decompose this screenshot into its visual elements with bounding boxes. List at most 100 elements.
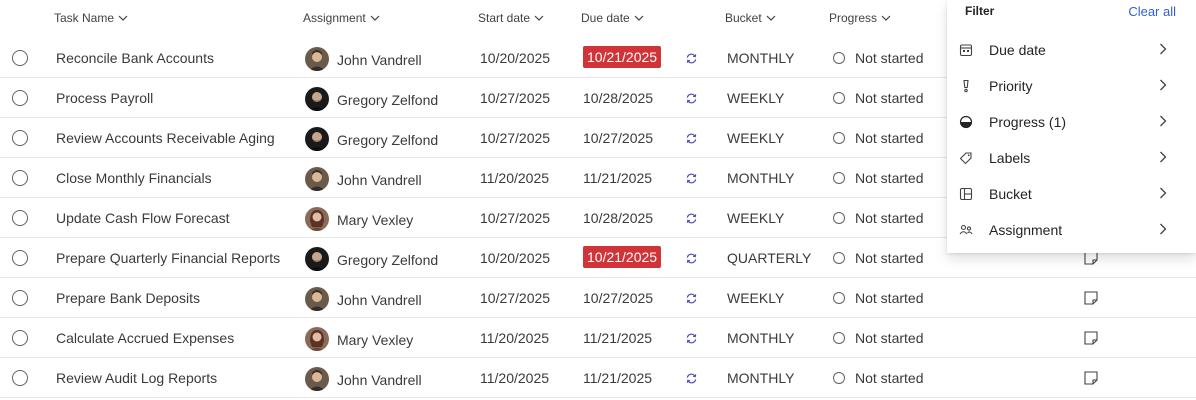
progress-not-started-icon — [833, 292, 845, 304]
start-date[interactable]: 10/27/2025 — [480, 210, 550, 226]
bucket-name[interactable]: WEEKLY — [727, 290, 784, 306]
column-header-bucket[interactable]: Bucket — [725, 11, 777, 25]
bucket-name[interactable]: WEEKLY — [727, 210, 784, 226]
complete-task-checkbox[interactable] — [12, 130, 28, 146]
table-row[interactable]: Review Audit Log Reports John Vandrell 1… — [0, 358, 1196, 398]
clear-all-link[interactable]: Clear all — [1128, 4, 1176, 19]
progress-status[interactable]: Not started — [855, 210, 923, 226]
due-date[interactable]: 11/21/2025 — [583, 370, 652, 386]
due-date[interactable]: 10/28/2025 — [583, 210, 653, 226]
filter-item-labels[interactable]: Labels — [947, 140, 1196, 176]
recurrence-icon — [685, 172, 698, 185]
progress-not-started-icon — [833, 172, 845, 184]
filter-item-label: Assignment — [989, 222, 1063, 238]
complete-task-checkbox[interactable] — [12, 370, 28, 386]
column-header-task-name[interactable]: Task Name — [54, 11, 129, 25]
notes-icon[interactable] — [1083, 330, 1099, 346]
filter-item-priority[interactable]: Priority — [947, 68, 1196, 104]
start-date[interactable]: 10/27/2025 — [480, 130, 550, 146]
task-name[interactable]: Review Audit Log Reports — [56, 370, 217, 386]
task-name[interactable]: Update Cash Flow Forecast — [56, 210, 230, 226]
notes-icon[interactable] — [1083, 370, 1099, 386]
bucket-name[interactable]: WEEKLY — [727, 90, 784, 106]
due-date[interactable]: 10/21/2025 — [583, 246, 662, 268]
chevron-right-icon — [1157, 222, 1169, 236]
avatar-gregory — [305, 127, 329, 151]
progress-status[interactable]: Not started — [855, 130, 923, 146]
recurrence-icon — [685, 372, 698, 385]
task-name[interactable]: Close Monthly Financials — [56, 170, 212, 186]
due-date[interactable]: 11/21/2025 — [583, 330, 652, 346]
column-header-assignment[interactable]: Assignment — [303, 11, 381, 25]
table-row[interactable]: Calculate Accrued Expenses Mary Vexley 1… — [0, 318, 1196, 358]
due-date[interactable]: 10/27/2025 — [583, 130, 653, 146]
notes-icon[interactable] — [1083, 290, 1099, 306]
chevron-right-icon — [1157, 114, 1169, 128]
bucket-icon — [959, 187, 973, 201]
complete-task-checkbox[interactable] — [12, 50, 28, 66]
progress-status[interactable]: Not started — [855, 290, 923, 306]
complete-task-checkbox[interactable] — [12, 210, 28, 226]
avatar-john — [305, 167, 329, 191]
chevron-down-icon — [634, 15, 644, 21]
progress-status[interactable]: Not started — [855, 370, 923, 386]
start-date[interactable]: 11/20/2025 — [480, 370, 549, 386]
avatar-john — [305, 47, 329, 71]
bucket-name[interactable]: MONTHLY — [727, 170, 794, 186]
progress-status[interactable]: Not started — [855, 90, 923, 106]
start-date[interactable]: 10/27/2025 — [480, 290, 550, 306]
start-date[interactable]: 10/27/2025 — [480, 90, 550, 106]
complete-task-checkbox[interactable] — [12, 290, 28, 306]
due-date[interactable]: 10/21/2025 — [583, 46, 662, 68]
assignee-name: Mary Vexley — [337, 212, 414, 228]
assignee-name: Gregory Zelfond — [337, 92, 439, 108]
bucket-name[interactable]: QUARTERLY — [727, 250, 811, 266]
progress-status[interactable]: Not started — [855, 170, 923, 186]
start-date[interactable]: 10/20/2025 — [480, 50, 550, 66]
assignee-name: Gregory Zelfond — [337, 132, 439, 148]
complete-task-checkbox[interactable] — [12, 170, 28, 186]
column-header-due-date[interactable]: Due date — [581, 11, 645, 25]
recurrence-icon — [685, 292, 698, 305]
task-name[interactable]: Prepare Quarterly Financial Reports — [56, 250, 280, 266]
assignee-name: John Vandrell — [337, 372, 422, 388]
task-name[interactable]: Review Accounts Receivable Aging — [56, 130, 275, 146]
bucket-name[interactable]: MONTHLY — [727, 370, 794, 386]
progress-not-started-icon — [833, 372, 845, 384]
start-date[interactable]: 11/20/2025 — [480, 170, 549, 186]
filter-item-assignment[interactable]: Assignment — [947, 212, 1196, 248]
due-date[interactable]: 10/27/2025 — [583, 290, 653, 306]
start-date[interactable]: 10/20/2025 — [480, 250, 550, 266]
progress-not-started-icon — [833, 52, 845, 64]
bucket-name[interactable]: MONTHLY — [727, 50, 794, 66]
filter-panel: Filter Clear all Due date Priority Progr… — [947, 0, 1196, 253]
column-header-label: Due date — [581, 11, 630, 25]
assignee-name: Gregory Zelfond — [337, 252, 439, 268]
complete-task-checkbox[interactable] — [12, 330, 28, 346]
due-date[interactable]: 10/28/2025 — [583, 90, 653, 106]
filter-item-due-date[interactable]: Due date — [947, 32, 1196, 68]
table-row[interactable]: Prepare Bank Deposits John Vandrell 10/2… — [0, 278, 1196, 318]
calendar-icon — [959, 43, 973, 57]
filter-title: Filter — [965, 4, 995, 18]
column-header-start-date[interactable]: Start date — [478, 11, 545, 25]
column-header-progress[interactable]: Progress — [829, 11, 892, 25]
complete-task-checkbox[interactable] — [12, 250, 28, 266]
bucket-name[interactable]: MONTHLY — [727, 330, 794, 346]
progress-status[interactable]: Not started — [855, 330, 923, 346]
filter-item-bucket[interactable]: Bucket — [947, 176, 1196, 212]
task-name[interactable]: Calculate Accrued Expenses — [56, 330, 234, 346]
bucket-name[interactable]: WEEKLY — [727, 130, 784, 146]
task-name[interactable]: Reconcile Bank Accounts — [56, 50, 214, 66]
task-name[interactable]: Prepare Bank Deposits — [56, 290, 200, 306]
task-name[interactable]: Process Payroll — [56, 90, 153, 106]
progress-status[interactable]: Not started — [855, 50, 923, 66]
filter-item-progress[interactable]: Progress (1) — [947, 104, 1196, 140]
complete-task-checkbox[interactable] — [12, 90, 28, 106]
progress-not-started-icon — [833, 212, 845, 224]
chevron-down-icon — [118, 15, 128, 21]
progress-status[interactable]: Not started — [855, 250, 923, 266]
assignee-name: John Vandrell — [337, 292, 422, 308]
due-date[interactable]: 11/21/2025 — [583, 170, 652, 186]
start-date[interactable]: 11/20/2025 — [480, 330, 549, 346]
